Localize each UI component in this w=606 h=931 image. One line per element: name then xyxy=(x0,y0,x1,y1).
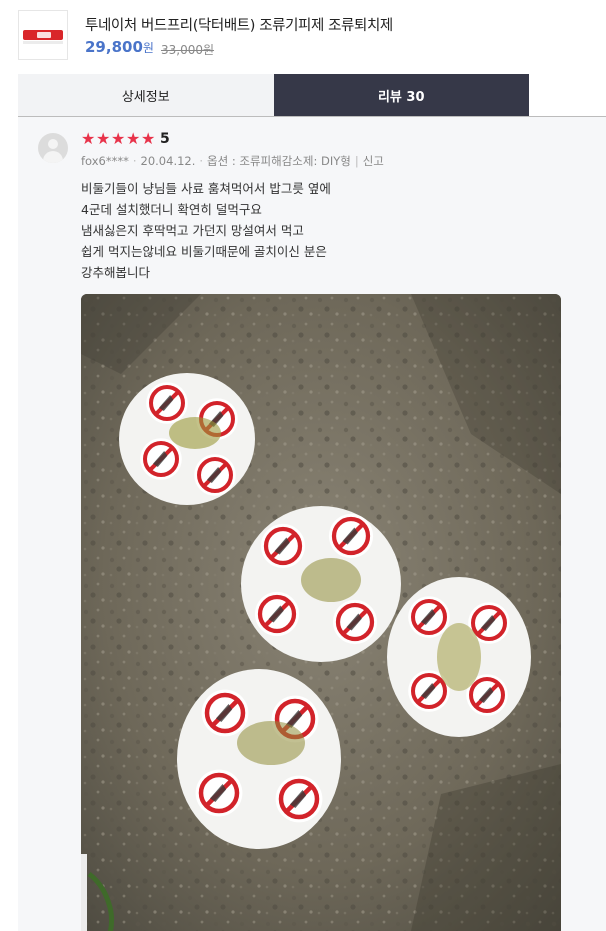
review-option: 옵션 : 조류피해감소제: DIY형 xyxy=(207,154,351,168)
avatar-head xyxy=(48,139,58,149)
review-line: 냄새싫은지 후딱먹고 가던지 망설여서 먹고 xyxy=(81,223,304,238)
price-value: 29,800 xyxy=(85,38,143,56)
bird-repellent-dish xyxy=(119,373,255,505)
review-meta: fox6**** · 20.04.12. · 옵션 : 조류피해감소제: DIY형 | 신고 xyxy=(81,153,384,169)
avatar-body xyxy=(43,151,63,163)
thumbnail-label-mark xyxy=(37,32,51,38)
meta-separator: · xyxy=(132,154,137,168)
review-photo[interactable] xyxy=(81,294,561,931)
star-rating: ★ ★ ★ ★ ★ 5 xyxy=(81,130,170,148)
review-line: 쉽게 먹지는않네요 비둘기때문에 골치이신 분은 xyxy=(81,244,327,259)
review-text: 비둘기들이 냥님들 사료 훔쳐먹어서 밥그릇 옆에 4군데 설치했더니 확연히 … xyxy=(81,178,331,283)
review-item: ★ ★ ★ ★ ★ 5 fox6**** · 20.04.12. · 옵션 : 조류피해… xyxy=(18,117,606,931)
avatar xyxy=(38,133,68,163)
bird-repellent-dish xyxy=(387,577,531,737)
price-unit: 원 xyxy=(142,41,154,55)
tab-bar: 상세정보 리뷰 30 xyxy=(18,74,529,116)
review-author: fox6**** xyxy=(81,154,129,168)
review-line: 4군데 설치했더니 확연히 덜먹구요 xyxy=(81,202,262,217)
star-icon: ★ xyxy=(126,129,141,148)
rating-score: 5 xyxy=(160,131,170,147)
bird-repellent-dish xyxy=(177,669,341,849)
product-price: 29,800원 xyxy=(85,38,154,56)
review-photo-image xyxy=(81,294,561,931)
product-title[interactable]: 투네이처 버드프리(닥터배트) 조류기피제 조류퇴치제 xyxy=(85,14,393,35)
bird-repellent-dish xyxy=(241,506,401,662)
product-thumbnail[interactable] xyxy=(18,10,68,60)
tab-details[interactable]: 상세정보 xyxy=(18,74,274,116)
star-icon: ★ xyxy=(111,129,126,148)
star-icon: ★ xyxy=(141,129,156,148)
product-header: 투네이처 버드프리(닥터배트) 조류기피제 조류퇴치제 29,800원 33,0… xyxy=(0,0,606,72)
report-link[interactable]: 신고 xyxy=(363,154,384,168)
original-price: 33,000원 xyxy=(161,43,215,57)
thumbnail-stripe xyxy=(23,41,63,44)
star-icon: ★ xyxy=(96,129,111,148)
tab-reviews[interactable]: 리뷰 30 xyxy=(273,74,529,116)
review-line: 비둘기들이 냥님들 사료 훔쳐먹어서 밥그릇 옆에 xyxy=(81,181,331,196)
meta-separator: · xyxy=(199,154,204,168)
star-icon: ★ xyxy=(81,129,96,148)
review-line: 강추해봅니다 xyxy=(81,265,151,280)
review-date: 20.04.12. xyxy=(140,154,196,168)
meta-separator: | xyxy=(354,154,359,168)
